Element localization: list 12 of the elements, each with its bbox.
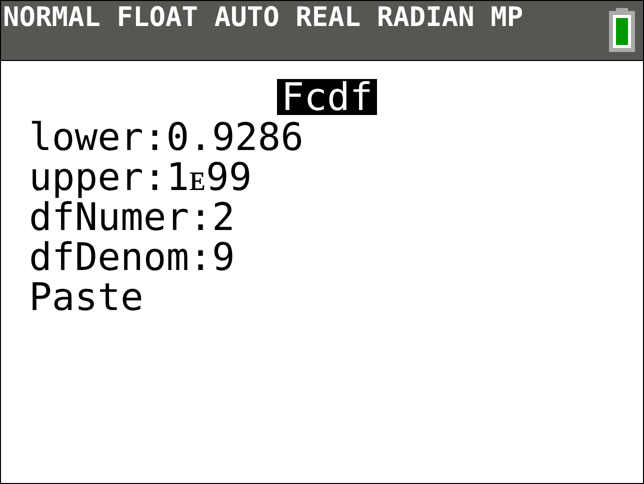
screen-title: Fcdf (277, 79, 377, 115)
input-field[interactable]: 2 (212, 197, 235, 237)
input-field[interactable]: 9 (212, 237, 235, 277)
mode-indicators: NORMAL FLOAT AUTO REAL RADIAN MP (3, 1, 524, 35)
input-field[interactable]: 1ᴇ99 (166, 157, 252, 197)
field-label: dfDenom: (29, 237, 212, 277)
field-label: dfNumer: (29, 197, 212, 237)
battery-icon (609, 8, 635, 52)
paste-option[interactable]: Paste (29, 277, 144, 317)
input-field[interactable]: 0.9286 (166, 117, 304, 157)
field-label: upper: (29, 157, 166, 197)
field-label: lower: (29, 117, 166, 157)
